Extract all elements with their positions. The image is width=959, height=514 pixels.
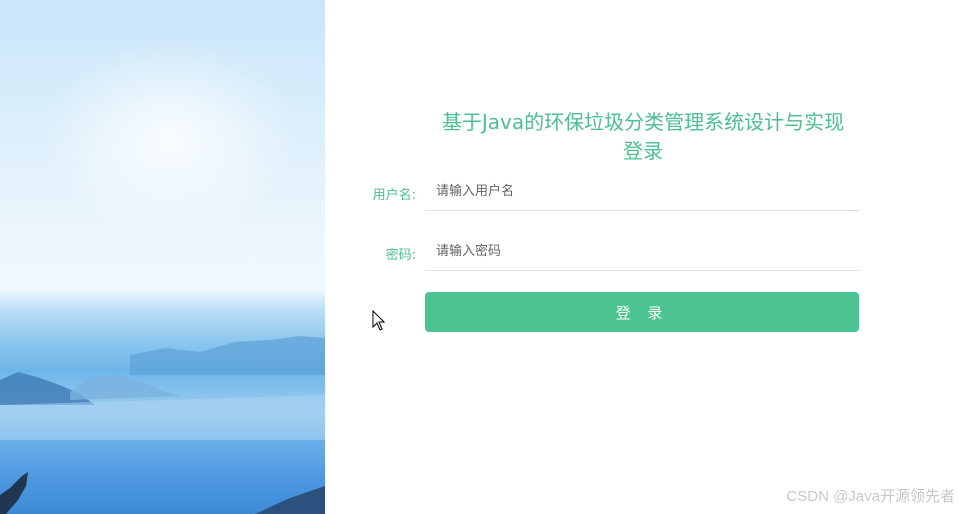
mouse-cursor-icon: [372, 310, 386, 331]
login-button[interactable]: 登 录: [425, 292, 859, 332]
mountains-illustration: [0, 336, 325, 514]
password-input[interactable]: [425, 233, 859, 271]
username-input[interactable]: [425, 173, 859, 211]
username-label: 用户名:: [372, 188, 416, 203]
page-title: 基于Java的环保垃圾分类管理系统设计与实现登录: [441, 110, 845, 163]
password-label: 密码:: [385, 248, 416, 263]
watermark-text: CSDN @Java开源领先者: [786, 488, 955, 505]
background-scenery-image: [0, 0, 325, 514]
